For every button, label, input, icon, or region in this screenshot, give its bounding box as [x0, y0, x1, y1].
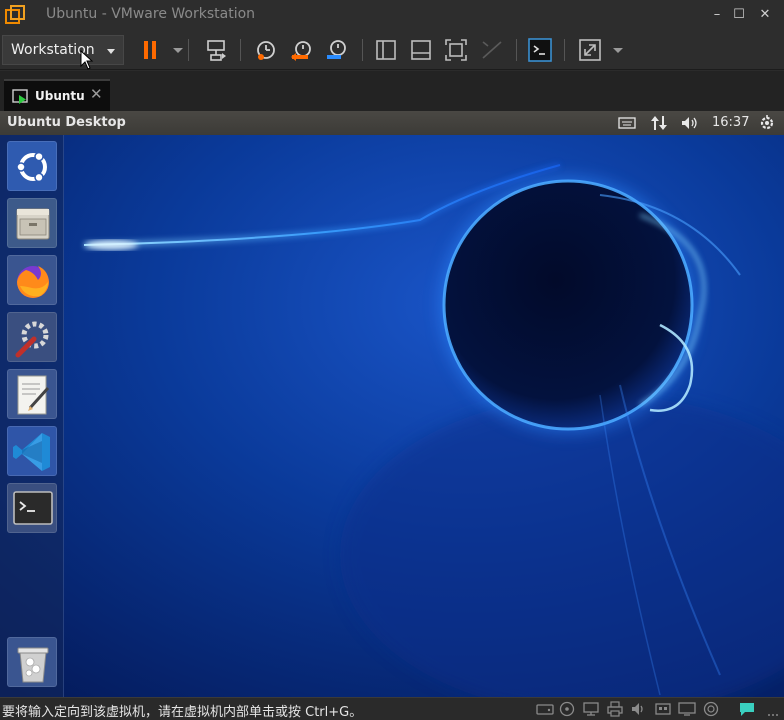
vm-display[interactable]: Ubuntu Desktop 16:37 [0, 111, 784, 697]
revert-snapshot-button[interactable] [288, 36, 316, 64]
trash-icon [17, 647, 49, 683]
cd-dvd-icon[interactable] [558, 701, 576, 717]
usb-device-icon[interactable] [654, 701, 672, 717]
stretch-guest-icon [579, 39, 601, 61]
sound-card-icon[interactable] [630, 701, 648, 717]
status-bar: 要将输入定向到该虚拟机，请在虚拟机内部单击或按 Ctrl+G。 [0, 697, 784, 720]
text-editor-icon [17, 375, 50, 415]
status-message: 要将输入定向到该虚拟机，请在虚拟机内部单击或按 Ctrl+G。 [2, 705, 363, 720]
network-adapter-icon[interactable] [582, 701, 600, 717]
toolbar-divider [188, 39, 189, 61]
desktop-wallpaper[interactable] [0, 135, 784, 697]
firefox-icon [17, 266, 49, 298]
thumbnail-bar-icon [411, 40, 431, 60]
send-ctrl-alt-del-icon [207, 40, 226, 61]
launcher-vscode[interactable] [7, 426, 57, 476]
guest-launcher [0, 135, 64, 697]
toolbar-divider [362, 39, 363, 61]
snapshot-manager-button[interactable] [322, 36, 350, 64]
close-window-button[interactable]: ✕ [754, 4, 776, 26]
volume-icon[interactable] [680, 114, 700, 132]
pause-dropdown-button[interactable] [164, 36, 183, 64]
ubuntu-dash-icon [16, 151, 47, 183]
show-library-button[interactable] [372, 36, 400, 64]
system-settings-icon [15, 321, 49, 358]
hard-disk-icon[interactable] [536, 701, 554, 717]
pause-icon [144, 41, 156, 59]
close-tab-button[interactable]: ✕ [90, 85, 103, 103]
vmware-logo-icon [4, 4, 26, 26]
vm-tab-bar: Ubuntu ✕ [0, 71, 784, 111]
launcher-files[interactable] [7, 198, 57, 248]
send-ctrl-alt-del-button[interactable] [202, 36, 230, 64]
message-log-icon[interactable] [738, 701, 756, 717]
snapshot-icon [257, 41, 275, 60]
tab-ubuntu[interactable]: Ubuntu ✕ [4, 79, 110, 111]
vm-running-icon [12, 89, 30, 105]
library-icon [376, 40, 396, 60]
chevron-down-icon [613, 48, 623, 53]
display-icon[interactable] [678, 701, 696, 717]
snapshot-manager-icon [327, 40, 346, 59]
terminal-icon [13, 491, 53, 525]
full-screen-button[interactable] [442, 36, 470, 64]
launcher-text-editor[interactable] [7, 369, 57, 419]
vscode-icon [13, 433, 50, 471]
session-gear-icon[interactable] [758, 114, 776, 132]
printer-icon[interactable] [606, 701, 624, 717]
take-snapshot-button[interactable] [252, 36, 280, 64]
console-view-icon [528, 38, 552, 62]
launcher-terminal[interactable] [7, 483, 57, 533]
console-view-button[interactable] [526, 36, 554, 64]
toolbar-divider [564, 39, 565, 61]
launcher-firefox[interactable] [7, 255, 57, 305]
window-title: Ubuntu - VMware Workstation [46, 6, 256, 22]
minimize-button[interactable]: – [706, 4, 728, 26]
chevron-down-icon [107, 49, 115, 54]
shared-folder-icon[interactable] [702, 701, 720, 717]
files-icon [16, 208, 50, 240]
stretch-dropdown-button[interactable] [604, 36, 623, 64]
mouse-pointer-icon [80, 49, 94, 70]
ubuntu-dash-button[interactable] [7, 141, 57, 191]
toolbar-divider [240, 39, 241, 61]
revert-snapshot-icon [291, 41, 311, 61]
keyboard-layout-icon[interactable] [618, 114, 636, 132]
full-screen-icon [445, 39, 467, 61]
unity-icon [482, 41, 502, 59]
tab-label: Ubuntu [35, 89, 85, 103]
stretch-guest-button[interactable] [576, 36, 604, 64]
guest-top-panel: Ubuntu Desktop 16:37 [0, 111, 784, 135]
title-bar[interactable]: Ubuntu - VMware Workstation – ☐ ✕ [0, 0, 784, 30]
guest-clock[interactable]: 16:37 [712, 114, 749, 132]
launcher-trash[interactable] [7, 637, 57, 687]
thumbnail-bar-button[interactable] [407, 36, 435, 64]
workstation-menu-button[interactable]: Workstation [2, 35, 124, 65]
toolbar-divider [516, 39, 517, 61]
more-options-icon[interactable] [764, 701, 782, 717]
launcher-system-settings[interactable] [7, 312, 57, 362]
pause-button[interactable] [136, 36, 164, 64]
toolbar: Workstation [0, 30, 784, 70]
network-indicator-icon[interactable] [650, 114, 668, 132]
maximize-button[interactable]: ☐ [728, 4, 750, 26]
guest-panel-title: Ubuntu Desktop [7, 115, 126, 130]
unity-button[interactable] [478, 36, 506, 64]
